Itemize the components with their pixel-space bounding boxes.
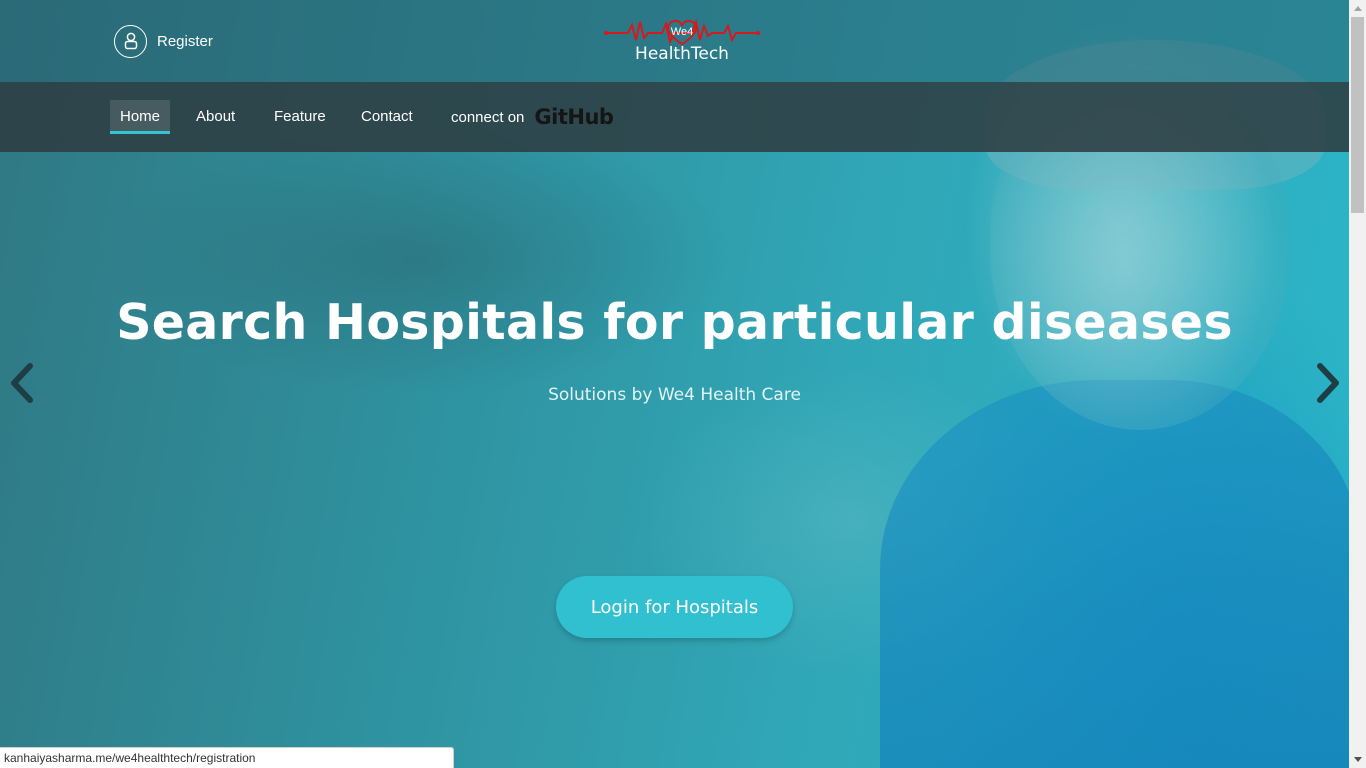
chevron-left-icon[interactable]	[8, 362, 38, 404]
nav-feature[interactable]: Feature	[264, 100, 336, 134]
logo-brand-text: HealthTech	[635, 44, 729, 64]
register-label: Register	[157, 32, 213, 50]
site-logo[interactable]: We4 HealthTech	[600, 14, 764, 66]
chevron-right-icon[interactable]	[1312, 362, 1342, 404]
github-link[interactable]: connect on GitHub	[451, 101, 614, 133]
user-icon	[114, 24, 147, 58]
login-for-hospitals-button[interactable]: Login for Hospitals	[556, 576, 793, 638]
scroll-down-arrow-icon[interactable]	[1349, 751, 1366, 768]
page-scrollbar[interactable]	[1349, 0, 1366, 768]
hero-subtitle: Solutions by We4 Health Care	[548, 385, 801, 405]
logo-small-text: We4	[670, 26, 694, 38]
nav-about[interactable]: About	[186, 100, 245, 134]
hero-title: Search Hospitals for particular diseases	[116, 294, 1233, 351]
status-bar-url: kanhaiyasharma.me/we4healthtech/registra…	[0, 747, 454, 768]
github-logo-icon: GitHub	[534, 105, 614, 129]
register-link[interactable]: Register	[114, 24, 213, 58]
nav-contact[interactable]: Contact	[351, 100, 423, 134]
github-prefix: connect on	[451, 108, 525, 126]
nav-home[interactable]: Home	[110, 100, 171, 134]
scrollbar-thumb[interactable]	[1351, 17, 1364, 213]
hero-doctor-image	[880, 380, 1360, 768]
scroll-up-arrow-icon[interactable]	[1349, 0, 1366, 17]
